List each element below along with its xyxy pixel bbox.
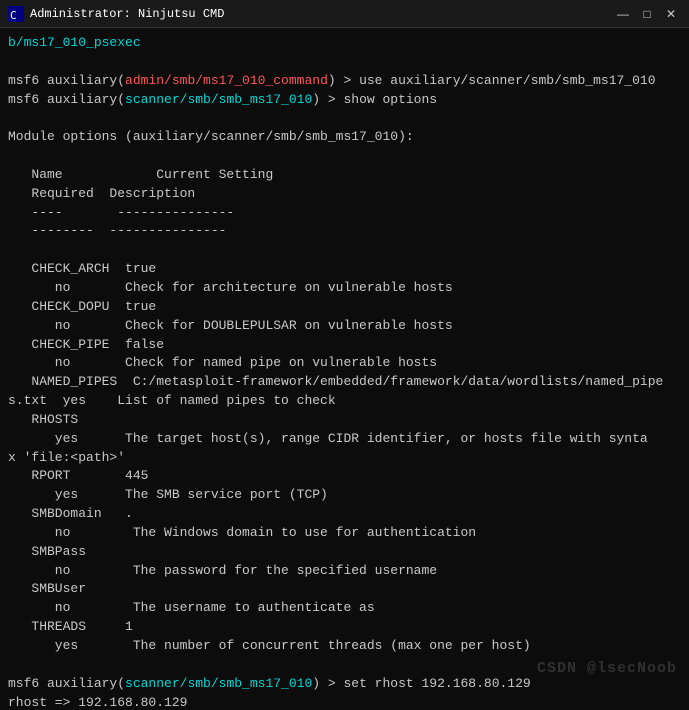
window-title: Administrator: Ninjutsu CMD — [30, 7, 224, 21]
terminal-line — [8, 147, 681, 166]
terminal-line: no The Windows domain to use for authent… — [8, 524, 681, 543]
terminal-line: yes The number of concurrent threads (ma… — [8, 637, 681, 656]
title-bar-controls: — □ ✕ — [613, 4, 681, 24]
terminal-line: msf6 auxiliary(scanner/smb/smb_ms17_010)… — [8, 91, 681, 110]
terminal-line: rhost => 192.168.80.129 — [8, 694, 681, 710]
terminal-line: no Check for DOUBLEPULSAR on vulnerable … — [8, 317, 681, 336]
terminal-line: RHOSTS — [8, 411, 681, 430]
terminal-window: C Administrator: Ninjutsu CMD — □ ✕ b/ms… — [0, 0, 689, 710]
terminal-line: b/ms17_010_psexec — [8, 34, 681, 53]
cmd-icon: C — [8, 6, 24, 22]
terminal-line: -------- --------------- — [8, 222, 681, 241]
terminal-line: no The username to authenticate as — [8, 599, 681, 618]
terminal-line: Module options (auxiliary/scanner/smb/sm… — [8, 128, 681, 147]
terminal-line: Name Current Setting — [8, 166, 681, 185]
terminal-line: ---- --------------- — [8, 204, 681, 223]
terminal-line: s.txt yes List of named pipes to check — [8, 392, 681, 411]
terminal-line — [8, 241, 681, 260]
terminal-body[interactable]: b/ms17_010_psexec msf6 auxiliary(admin/s… — [0, 28, 689, 710]
close-button[interactable]: ✕ — [661, 4, 681, 24]
terminal-line: SMBUser — [8, 580, 681, 599]
terminal-line — [8, 109, 681, 128]
terminal-line: SMBPass — [8, 543, 681, 562]
terminal-line: CHECK_ARCH true — [8, 260, 681, 279]
terminal-line: CHECK_DOPU true — [8, 298, 681, 317]
watermark-text: CSDN @lsecNoob — [537, 658, 677, 680]
terminal-line: yes The SMB service port (TCP) — [8, 486, 681, 505]
minimize-button[interactable]: — — [613, 4, 633, 24]
title-bar-left: C Administrator: Ninjutsu CMD — [8, 6, 224, 22]
terminal-line: no The password for the specified userna… — [8, 562, 681, 581]
terminal-line — [8, 53, 681, 72]
svg-text:C: C — [10, 9, 17, 22]
terminal-line: no Check for named pipe on vulnerable ho… — [8, 354, 681, 373]
terminal-line: RPORT 445 — [8, 467, 681, 486]
terminal-line: yes The target host(s), range CIDR ident… — [8, 430, 681, 449]
terminal-line: msf6 auxiliary(admin/smb/ms17_010_comman… — [8, 72, 681, 91]
terminal-line: x 'file:<path>' — [8, 449, 681, 468]
terminal-line: NAMED_PIPES C:/metasploit-framework/embe… — [8, 373, 681, 392]
title-bar: C Administrator: Ninjutsu CMD — □ ✕ — [0, 0, 689, 28]
terminal-line: SMBDomain . — [8, 505, 681, 524]
maximize-button[interactable]: □ — [637, 4, 657, 24]
terminal-line: THREADS 1 — [8, 618, 681, 637]
terminal-line: Required Description — [8, 185, 681, 204]
terminal-line: CHECK_PIPE false — [8, 336, 681, 355]
terminal-line: no Check for architecture on vulnerable … — [8, 279, 681, 298]
